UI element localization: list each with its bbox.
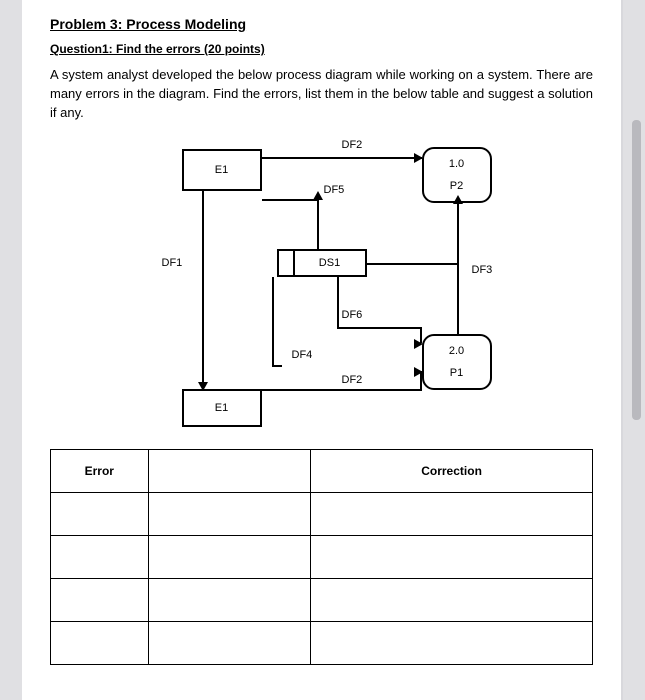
flow-label-df3: DF3 [472,264,493,276]
scrollbar-thumb[interactable] [632,120,641,420]
problem-title: Problem 3: Process Modeling [50,16,593,32]
question-body: A system analyst developed the below pro… [50,66,593,123]
process-p2-name: P2 [450,180,463,192]
table-row [51,535,593,578]
process-p1: 2.0 P1 [422,334,492,390]
flow-label-df6: DF6 [342,309,363,321]
question-subtitle: Question1: Find the errors (20 points) [50,42,593,56]
process-p2-number: 1.0 [449,158,464,170]
table-row [51,578,593,621]
datastore-cap-icon [279,251,295,275]
table-head-error: Error [51,449,149,492]
datastore-ds1-label: DS1 [295,257,365,269]
process-p1-name: P1 [450,367,463,379]
datastore-ds1: DS1 [277,249,367,277]
flow-label-df2-bottom: DF2 [342,374,363,386]
flow-label-df1: DF1 [162,257,183,269]
table-head-blank1 [148,449,311,492]
table-head-correction: Correction [311,449,593,492]
process-diagram: E1 E1 1.0 P2 2.0 P1 DS1 DF2 DF5 DF1 DF3 [102,139,542,429]
process-p1-number: 2.0 [449,345,464,357]
flow-label-df2-top: DF2 [342,139,363,151]
table-row [51,621,593,664]
document-page: Problem 3: Process Modeling Question1: F… [22,0,623,700]
table-row [51,492,593,535]
flow-label-df4: DF4 [292,349,313,361]
entity-e1-top: E1 [182,149,262,191]
flow-label-df5: DF5 [324,184,345,196]
answer-table: Error Correction [50,449,593,665]
entity-e1-bottom: E1 [182,389,262,427]
